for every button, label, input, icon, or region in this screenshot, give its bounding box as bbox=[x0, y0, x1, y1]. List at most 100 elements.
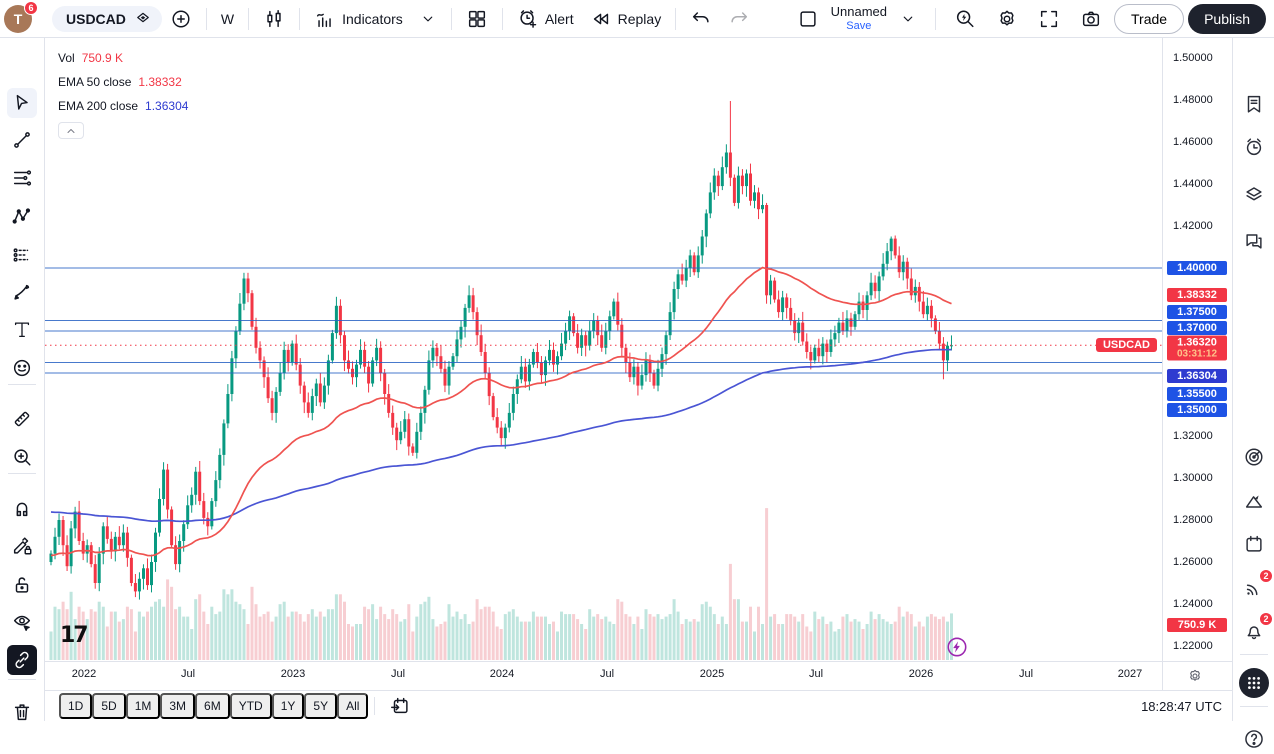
forecast-tool[interactable] bbox=[7, 240, 37, 270]
details-panel-button[interactable] bbox=[1239, 179, 1269, 209]
ema200-legend-row[interactable]: EMA 200 close 1.36304 bbox=[58, 94, 188, 118]
price-tick: 1.24000 bbox=[1163, 598, 1232, 610]
drawing-lock-tool[interactable] bbox=[7, 531, 37, 561]
redo-button[interactable] bbox=[720, 5, 758, 33]
price-level-badge: 750.9 K bbox=[1167, 618, 1227, 632]
fib-lines-tool[interactable] bbox=[7, 163, 37, 193]
layout-thumbnail-button[interactable] bbox=[789, 5, 827, 33]
chats-button[interactable] bbox=[1239, 226, 1269, 256]
cursor-icon bbox=[11, 92, 33, 114]
ideas-button[interactable] bbox=[1239, 486, 1269, 516]
symbol-search-box[interactable]: USDCAD bbox=[52, 6, 162, 32]
gear-icon[interactable] bbox=[1187, 668, 1203, 684]
range-1d-button[interactable]: 1D bbox=[59, 693, 92, 719]
radar-icon bbox=[1243, 446, 1265, 468]
price-chart[interactable] bbox=[45, 38, 1162, 661]
range-all-button[interactable]: All bbox=[337, 693, 368, 719]
hotlists-button[interactable] bbox=[1239, 442, 1269, 472]
range-6m-button[interactable]: 6M bbox=[195, 693, 230, 719]
lightning-icon[interactable] bbox=[943, 633, 971, 661]
apps-icon bbox=[1243, 672, 1265, 694]
watchlist-button[interactable] bbox=[1239, 89, 1269, 119]
tradingview-logo[interactable]: 17 bbox=[60, 623, 87, 648]
layers-icon bbox=[1243, 183, 1265, 205]
time-tick: 2025 bbox=[700, 668, 724, 680]
layout-menu-button[interactable] bbox=[891, 5, 925, 33]
notifications-button[interactable]: 2 bbox=[1239, 616, 1269, 646]
time-axis-settings[interactable] bbox=[1162, 661, 1232, 690]
lock-all-tool[interactable] bbox=[7, 570, 37, 600]
brush-tool[interactable] bbox=[7, 277, 37, 307]
chevron-up-icon bbox=[65, 125, 77, 137]
apps-menu-button[interactable] bbox=[1239, 668, 1269, 698]
range-1y-button[interactable]: 1Y bbox=[272, 693, 305, 719]
text-tool[interactable] bbox=[7, 315, 37, 345]
ideas-icon bbox=[1243, 490, 1265, 512]
layout-grid-button[interactable] bbox=[458, 5, 496, 33]
measure-tool[interactable] bbox=[7, 404, 37, 434]
interval-button[interactable]: W bbox=[213, 5, 242, 33]
divider bbox=[935, 8, 936, 30]
alert-button[interactable]: Alert bbox=[509, 5, 582, 33]
price-level-badge: 1.37000 bbox=[1167, 321, 1227, 335]
chart-style-button[interactable] bbox=[255, 5, 293, 33]
bar-countdown: 03:31:12 bbox=[1167, 349, 1227, 360]
chart-pane[interactable]: Vol 750.9 K EMA 50 close 1.38332 EMA 200… bbox=[45, 38, 1162, 661]
link-tool[interactable] bbox=[7, 645, 37, 675]
news-flow-button[interactable]: 2 bbox=[1239, 573, 1269, 603]
time-tick: Jul bbox=[391, 668, 405, 680]
trade-button[interactable]: Trade bbox=[1114, 4, 1184, 34]
indicators-templates-button[interactable] bbox=[411, 5, 445, 33]
indicators-button[interactable]: Indicators bbox=[306, 5, 411, 33]
alerts-panel-button[interactable] bbox=[1239, 132, 1269, 162]
price-axis[interactable]: 1.500001.480001.460001.440001.420001.320… bbox=[1162, 38, 1232, 661]
bookmark-icon bbox=[1243, 93, 1265, 115]
price-level-badge: 1.36304 bbox=[1167, 369, 1227, 383]
range-5d-button[interactable]: 5D bbox=[92, 693, 125, 719]
alarm-plus-icon bbox=[517, 8, 539, 30]
fullscreen-button[interactable] bbox=[1030, 5, 1068, 33]
remove-drawings-tool[interactable] bbox=[7, 697, 37, 727]
indicators-icon bbox=[314, 8, 336, 30]
volume-legend-row[interactable]: Vol 750.9 K bbox=[58, 46, 188, 70]
range-ytd-button[interactable]: YTD bbox=[230, 693, 272, 719]
range-1m-button[interactable]: 1M bbox=[126, 693, 161, 719]
undo-button[interactable] bbox=[682, 5, 720, 33]
magnet-tool[interactable] bbox=[7, 493, 37, 523]
settings-button[interactable] bbox=[988, 5, 1026, 33]
zoom-in-tool[interactable] bbox=[7, 442, 37, 472]
price-tick: 1.50000 bbox=[1163, 52, 1232, 64]
layout-name: Unnamed bbox=[831, 5, 887, 19]
hide-drawings-tool[interactable] bbox=[7, 607, 37, 637]
cursor-tool[interactable] bbox=[7, 88, 37, 118]
help-button[interactable] bbox=[1239, 724, 1269, 754]
plus-circle-icon bbox=[170, 8, 192, 30]
quick-search-button[interactable] bbox=[946, 5, 984, 33]
notification-badge: 2 bbox=[1259, 612, 1273, 626]
badge-price: 1.35500 bbox=[1167, 388, 1227, 400]
time-tick: Jul bbox=[809, 668, 823, 680]
go-to-date-button[interactable] bbox=[381, 692, 419, 720]
calendar-goto-icon bbox=[389, 695, 411, 717]
emoji-tool[interactable] bbox=[7, 353, 37, 383]
user-avatar[interactable]: T 6 bbox=[4, 5, 32, 33]
chevron-down-icon bbox=[899, 10, 917, 28]
screenshot-button[interactable] bbox=[1072, 5, 1110, 33]
compare-add-button[interactable] bbox=[162, 5, 200, 33]
replay-button[interactable]: Replay bbox=[582, 5, 670, 33]
xabcd-pattern-tool[interactable] bbox=[7, 201, 37, 231]
range-5y-button[interactable]: 5Y bbox=[304, 693, 337, 719]
range-3m-button[interactable]: 3M bbox=[160, 693, 195, 719]
badge-price: 750.9 K bbox=[1167, 619, 1227, 631]
publish-button[interactable]: Publish bbox=[1188, 4, 1266, 34]
save-label[interactable]: Save bbox=[846, 20, 871, 32]
time-axis[interactable]: 2022Jul2023Jul2024Jul2025Jul2026Jul2027 bbox=[45, 661, 1162, 690]
ema50-legend-row[interactable]: EMA 50 close 1.38332 bbox=[58, 70, 188, 94]
calendar-panel-button[interactable] bbox=[1239, 529, 1269, 559]
bottom-toolbar: 1D5D1M3M6MYTD1Y5YAll 18:28:47 UTC bbox=[45, 690, 1232, 721]
layout-name-control[interactable]: Unnamed Save bbox=[831, 5, 887, 31]
trend-line-tool[interactable] bbox=[7, 125, 37, 155]
legend-collapse-button[interactable] bbox=[58, 122, 84, 139]
clock[interactable]: 18:28:47 UTC bbox=[1141, 699, 1232, 714]
date-range-group: 1D5D1M3M6MYTD1Y5YAll bbox=[59, 693, 368, 719]
